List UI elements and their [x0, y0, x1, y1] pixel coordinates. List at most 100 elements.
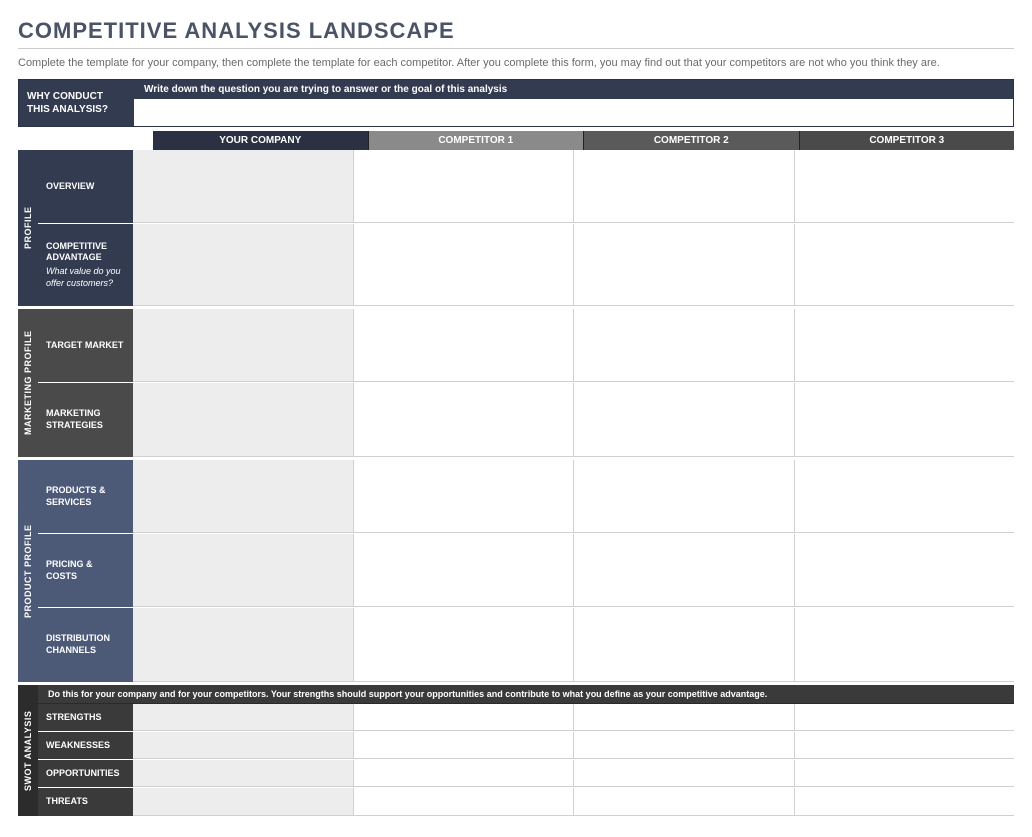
cell-strengths-your[interactable]: [133, 704, 354, 731]
row-label-opportunities: OPPORTUNITIES: [38, 760, 133, 787]
row-label-marketing-strategies: MARKETING STRATEGIES: [38, 383, 133, 457]
cell-distribution-c1[interactable]: [354, 608, 575, 682]
cell-target-c3[interactable]: [795, 309, 1015, 382]
row-label-pricing-costs: PRICING & COSTS: [38, 534, 133, 607]
cell-distribution-c3[interactable]: [795, 608, 1015, 682]
row-strengths: STRENGTHS: [38, 704, 1014, 732]
label-text: STRENGTHS: [46, 712, 125, 724]
cell-products-c1[interactable]: [354, 460, 575, 533]
label-text: COMPETITIVE ADVANTAGE: [46, 241, 125, 264]
cell-pricing-c3[interactable]: [795, 534, 1015, 607]
row-label-strengths: STRENGTHS: [38, 704, 133, 731]
section-tab-profile: PROFILE: [18, 150, 38, 306]
row-competitive-advantage: COMPETITIVE ADVANTAGE What value do you …: [38, 224, 1014, 306]
cell-target-your[interactable]: [133, 309, 354, 382]
section-product: PRODUCT PROFILE PRODUCTS & SERVICES PRIC…: [18, 460, 1014, 685]
row-weaknesses: WEAKNESSES: [38, 732, 1014, 760]
cell-overview-c1[interactable]: [354, 150, 575, 223]
section-marketing: MARKETING PROFILE TARGET MARKET MARKETIN…: [18, 309, 1014, 460]
cell-strategies-c1[interactable]: [354, 383, 575, 457]
row-target-market: TARGET MARKET: [38, 309, 1014, 383]
cell-weaknesses-c3[interactable]: [795, 732, 1015, 759]
label-text: WEAKNESSES: [46, 740, 125, 752]
cell-opportunities-your[interactable]: [133, 760, 354, 787]
column-header-spacer: [18, 131, 153, 150]
label-text: PRICING & COSTS: [46, 559, 125, 582]
label-text: OPPORTUNITIES: [46, 768, 125, 780]
cell-pricing-c1[interactable]: [354, 534, 575, 607]
cell-overview-your[interactable]: [133, 150, 354, 223]
cell-advantage-your[interactable]: [133, 224, 354, 306]
section-tab-marketing: MARKETING PROFILE: [18, 309, 38, 457]
column-header-your-company: YOUR COMPANY: [153, 131, 369, 150]
cell-threats-your[interactable]: [133, 788, 354, 816]
row-label-distribution-channels: DISTRIBUTION CHANNELS: [38, 608, 133, 682]
cell-products-your[interactable]: [133, 460, 354, 533]
cell-pricing-c2[interactable]: [574, 534, 795, 607]
label-text: MARKETING STRATEGIES: [46, 408, 125, 431]
label-text: THREATS: [46, 796, 125, 808]
row-label-products-services: PRODUCTS & SERVICES: [38, 460, 133, 533]
row-label-overview: OVERVIEW: [38, 150, 133, 223]
page-title: COMPETITIVE ANALYSIS LANDSCAPE: [18, 18, 1014, 44]
why-conduct-input[interactable]: [134, 99, 1013, 126]
cell-overview-c2[interactable]: [574, 150, 795, 223]
cell-products-c3[interactable]: [795, 460, 1015, 533]
why-conduct-prompt: Write down the question you are trying t…: [134, 80, 1013, 99]
label-subtext: What value do you offer customers?: [46, 266, 125, 289]
section-swot: SWOT ANALYSIS Do this for your company a…: [18, 685, 1014, 819]
cell-target-c1[interactable]: [354, 309, 575, 382]
row-label-competitive-advantage: COMPETITIVE ADVANTAGE What value do you …: [38, 224, 133, 306]
row-threats: THREATS: [38, 788, 1014, 816]
cell-target-c2[interactable]: [574, 309, 795, 382]
cell-weaknesses-c1[interactable]: [354, 732, 575, 759]
cell-strengths-c3[interactable]: [795, 704, 1015, 731]
why-conduct-row: WHY CONDUCT THIS ANALYSIS? Write down th…: [18, 79, 1014, 127]
divider: [18, 48, 1014, 49]
cell-strategies-your[interactable]: [133, 383, 354, 457]
label-text: DISTRIBUTION CHANNELS: [46, 633, 125, 656]
cell-threats-c2[interactable]: [574, 788, 795, 816]
cell-weaknesses-c2[interactable]: [574, 732, 795, 759]
cell-overview-c3[interactable]: [795, 150, 1015, 223]
cell-pricing-your[interactable]: [133, 534, 354, 607]
row-overview: OVERVIEW: [38, 150, 1014, 224]
section-profile: PROFILE OVERVIEW COMPETITIVE ADVANTAGE W…: [18, 150, 1014, 309]
row-label-threats: THREATS: [38, 788, 133, 816]
cell-threats-c1[interactable]: [354, 788, 575, 816]
label-text: OVERVIEW: [46, 181, 125, 193]
cell-threats-c3[interactable]: [795, 788, 1015, 816]
cell-opportunities-c2[interactable]: [574, 760, 795, 787]
cell-strengths-c1[interactable]: [354, 704, 575, 731]
column-header-competitor-2: COMPETITOR 2: [584, 131, 800, 150]
label-text: PRODUCTS & SERVICES: [46, 485, 125, 508]
section-tab-product: PRODUCT PROFILE: [18, 460, 38, 682]
cell-weaknesses-your[interactable]: [133, 732, 354, 759]
cell-opportunities-c1[interactable]: [354, 760, 575, 787]
label-text: TARGET MARKET: [46, 340, 125, 352]
instructions-text: Complete the template for your company, …: [18, 57, 1014, 69]
cell-advantage-c3[interactable]: [795, 224, 1015, 306]
column-header-competitor-3: COMPETITOR 3: [800, 131, 1015, 150]
cell-opportunities-c3[interactable]: [795, 760, 1015, 787]
cell-advantage-c2[interactable]: [574, 224, 795, 306]
row-products-services: PRODUCTS & SERVICES: [38, 460, 1014, 534]
row-opportunities: OPPORTUNITIES: [38, 760, 1014, 788]
column-header-competitor-1: COMPETITOR 1: [369, 131, 585, 150]
swot-note: Do this for your company and for your co…: [38, 685, 1014, 704]
cell-strategies-c2[interactable]: [574, 383, 795, 457]
section-tab-swot: SWOT ANALYSIS: [18, 685, 38, 816]
cell-strengths-c2[interactable]: [574, 704, 795, 731]
row-marketing-strategies: MARKETING STRATEGIES: [38, 383, 1014, 457]
row-label-weaknesses: WEAKNESSES: [38, 732, 133, 759]
row-distribution-channels: DISTRIBUTION CHANNELS: [38, 608, 1014, 682]
cell-distribution-c2[interactable]: [574, 608, 795, 682]
row-pricing-costs: PRICING & COSTS: [38, 534, 1014, 608]
why-conduct-label: WHY CONDUCT THIS ANALYSIS?: [19, 80, 134, 126]
row-label-target-market: TARGET MARKET: [38, 309, 133, 382]
cell-strategies-c3[interactable]: [795, 383, 1015, 457]
cell-products-c2[interactable]: [574, 460, 795, 533]
column-header-row: YOUR COMPANY COMPETITOR 1 COMPETITOR 2 C…: [18, 131, 1014, 150]
cell-advantage-c1[interactable]: [354, 224, 575, 306]
cell-distribution-your[interactable]: [133, 608, 354, 682]
